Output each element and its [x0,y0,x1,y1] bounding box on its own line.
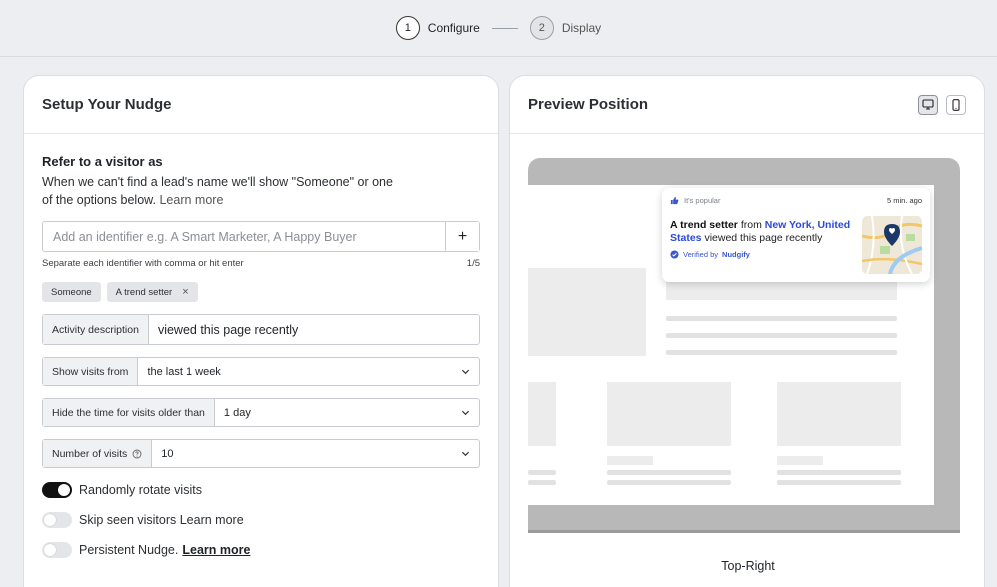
placeholder-line [666,333,897,338]
visitor-section-description: When we can't find a lead's name we'll s… [42,173,402,209]
nudge-tag-text: It's popular [684,196,721,205]
nudge-visitor-name: A trend setter [670,219,738,231]
preview-card-header: Preview Position [510,76,984,134]
step-number: 1 [395,16,420,40]
identifier-count: 1/5 [466,258,480,269]
chip-someone: Someone [42,282,101,302]
activity-label: Activity description [43,315,149,344]
hide-time-text: 1 day [223,406,251,419]
show-visits-label: Show visits from [43,358,139,385]
desktop-icon [922,99,934,110]
map-pin-icon [862,216,922,274]
nudge-time: 5 min. ago [886,196,922,205]
num-visits-value: 10 [152,440,479,467]
chip-label: A trend setter [115,286,173,298]
placeholder-line [666,316,897,321]
verified-brand: Nudgify [722,250,750,259]
verified-prefix: Verified by [683,250,719,259]
placeholder-line [528,480,556,485]
hide-time-label: Hide the time for visits older than [43,399,215,426]
chip-label: Someone [51,286,92,298]
placeholder-block [777,456,823,465]
activity-field: Activity description viewed this page re… [42,314,480,345]
persistent-learn-more-link[interactable]: Learn more [182,543,250,557]
hide-time-select[interactable]: Hide the time for visits older than 1 da… [42,398,480,427]
desktop-view-button[interactable] [918,94,938,115]
step-label: Display [561,21,602,35]
skip-seen-toggle[interactable] [42,512,72,528]
placeholder-block [607,382,731,446]
placeholder-line [528,470,556,475]
placeholder-block [528,382,556,446]
learn-more-link[interactable]: Learn more [159,193,223,207]
show-visits-value: the last 1 week [138,358,479,385]
placeholder-line [607,480,731,485]
step-connector [491,27,518,29]
preview-card: Preview Position It's popular 5 min. ago… [509,75,985,587]
helper-text: Separate each identifier with comma or h… [42,258,244,269]
verified-check-icon [670,250,679,259]
step-number: 2 [529,16,554,40]
setup-title: Setup Your Nudge [42,96,172,113]
preview-frame-bottom [528,530,960,533]
placeholder-line [777,480,901,485]
nudge-activity: viewed this page recently [704,232,823,244]
position-label: Top-Right [721,559,775,573]
skip-seen-row: Skip seen visitors Learn more [42,511,480,529]
chevron-down-icon [461,410,470,416]
num-visits-label-text: Number of visits [52,447,128,460]
mobile-view-button[interactable] [946,94,966,115]
placeholder-block [528,268,646,356]
setup-card-header: Setup Your Nudge [24,76,498,134]
show-visits-select[interactable]: Show visits from the last 1 week [42,357,480,386]
mobile-icon [952,98,960,111]
identifier-input[interactable] [43,222,445,251]
num-visits-select[interactable]: Number of visits 10 [42,439,480,468]
thumbs-up-icon [670,196,679,205]
identifier-field: + [42,221,480,252]
preview-title: Preview Position [528,96,649,113]
device-switcher [918,94,966,115]
chevron-down-icon [461,369,470,375]
chip-remove-icon[interactable]: × [182,286,188,298]
placeholder-block [777,382,901,446]
setup-card: Setup Your Nudge Refer to a visitor as W… [23,75,499,587]
num-visits-label: Number of visits [43,440,153,467]
nudge-tag: It's popular [670,196,720,205]
preview-browser-frame: It's popular 5 min. ago A trend setter f… [528,158,960,533]
chevron-down-icon [461,451,470,457]
placeholder-line [777,470,901,475]
placeholder-line [607,470,731,475]
visitor-section-title: Refer to a visitor as [42,154,163,169]
step-display[interactable]: 2 Display [529,16,602,40]
rotate-visits-row: Randomly rotate visits [42,481,480,499]
hide-time-value: 1 day [215,399,479,426]
persistent-nudge-row: Persistent Nudge. Learn more [42,541,480,559]
placeholder-line [666,350,897,355]
persistent-nudge-toggle[interactable] [42,542,72,558]
identifier-helper: Separate each identifier with comma or h… [42,258,480,269]
info-icon[interactable] [132,449,142,459]
map-thumbnail [862,216,922,274]
persistent-nudge-label: Persistent Nudge. [79,543,179,557]
nudge-header: It's popular 5 min. ago [670,196,922,205]
skip-seen-label: Skip seen visitors Learn more [79,513,244,527]
step-label: Configure [427,21,480,35]
nudge-preview[interactable]: It's popular 5 min. ago A trend setter f… [662,188,930,282]
nudge-message: A trend setter from New York, United Sta… [670,219,855,245]
chip-trend-setter: A trend setter × [106,282,198,302]
stepper: 1 Configure 2 Display [0,0,997,57]
placeholder-block [607,456,653,465]
activity-input[interactable]: viewed this page recently [149,315,479,344]
show-visits-text: the last 1 week [147,365,221,378]
rotate-visits-label: Randomly rotate visits [79,483,202,497]
nudge-from: from [740,219,762,231]
step-configure[interactable]: 1 Configure [395,16,480,40]
rotate-visits-toggle[interactable] [42,482,72,498]
num-visits-text: 10 [161,447,174,460]
add-identifier-button[interactable]: + [445,222,479,251]
identifier-chips: Someone A trend setter × [42,282,480,302]
